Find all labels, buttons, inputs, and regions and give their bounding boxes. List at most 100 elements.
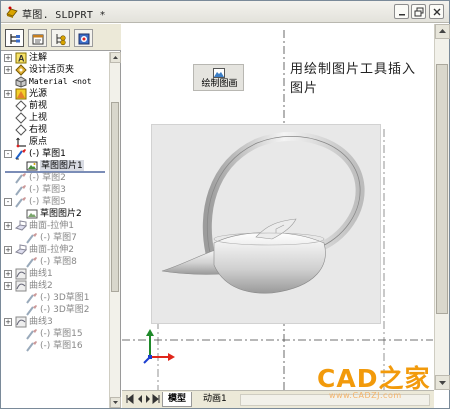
- plane-icon: [15, 124, 27, 136]
- sketch-icon: [26, 340, 38, 352]
- tree-item-top-plane[interactable]: 上视: [1, 112, 109, 124]
- tree-item-label: (-) 3D草图1: [40, 293, 90, 303]
- scroll-up-arrow[interactable]: [110, 52, 121, 63]
- tree-item-label: 曲线2: [29, 281, 53, 291]
- tree-item-label: (-) 草图15: [40, 329, 83, 339]
- 3d-sketch-icon: [26, 292, 38, 304]
- tree-item-label: 注解: [29, 53, 48, 63]
- expand-toggle[interactable]: +: [4, 90, 12, 98]
- scroll-thumb[interactable]: [436, 64, 448, 314]
- scroll-down-arrow[interactable]: [110, 397, 121, 408]
- manager-tab-strip: [1, 24, 121, 51]
- expand-toggle[interactable]: +: [4, 270, 12, 278]
- collapse-toggle[interactable]: -: [4, 150, 12, 158]
- restore-button[interactable]: [411, 4, 426, 19]
- tree-item-design-binder[interactable]: + 设计活页夹: [1, 64, 109, 76]
- tree-item-surface-extrude2[interactable]: + 曲面-拉伸2: [1, 244, 109, 256]
- scroll-thumb[interactable]: [111, 102, 119, 292]
- tab-animation1[interactable]: 动画1: [198, 392, 232, 407]
- tree-item-sketch-picture1[interactable]: 草图图片1: [1, 160, 109, 173]
- tree-item-label: 曲面-拉伸1: [29, 221, 74, 231]
- sketch-icon: [15, 196, 27, 208]
- tree-item-label: 原点: [29, 137, 48, 147]
- tree-item-label: 草图图片2: [40, 209, 82, 219]
- graphics-area[interactable]: 绘制图画 用绘制图片工具插入图片: [122, 24, 433, 390]
- tree-item-annotations[interactable]: + A 注解: [1, 52, 109, 64]
- svg-text:A: A: [18, 54, 25, 64]
- tree-item-material[interactable]: Material <not: [1, 76, 109, 88]
- tree-item-label: (-) 草图1: [29, 149, 66, 159]
- expand-toggle[interactable]: +: [4, 222, 12, 230]
- prev-tab-arrow-icon[interactable]: [136, 394, 144, 404]
- tree-item-sketch16[interactable]: (-) 草图16: [1, 340, 109, 352]
- tab-model[interactable]: 模型: [162, 392, 193, 407]
- tab-configuration-manager[interactable]: [51, 29, 70, 47]
- tree-item-surface-extrude1[interactable]: + 曲面-拉伸1: [1, 220, 109, 232]
- tree-item-3d-sketch2[interactable]: (-) 3D草图2: [1, 304, 109, 316]
- surface-extrude-icon: [14, 244, 28, 256]
- collapse-toggle[interactable]: -: [4, 198, 12, 206]
- sketch-picture-button[interactable]: 绘制图画: [193, 64, 244, 91]
- watermark-site: www.CADZJ.com: [329, 391, 402, 400]
- tree-item-lights[interactable]: + 光源: [1, 88, 109, 100]
- tree-item-sketch-picture2[interactable]: 草图图片2: [1, 208, 109, 220]
- sketch-icon: [15, 172, 27, 184]
- tree-item-curve2[interactable]: + 曲线2: [1, 280, 109, 292]
- title-bar: 草图. SLDPRT *: [1, 1, 449, 23]
- tree-item-3d-sketch1[interactable]: (-) 3D草图1: [1, 292, 109, 304]
- sketch-icon: [15, 184, 27, 196]
- expand-toggle[interactable]: +: [4, 246, 12, 254]
- tree-item-curve3[interactable]: + 曲线3: [1, 316, 109, 328]
- sketch-icon: [26, 232, 38, 244]
- tree-item-label: 曲线1: [29, 269, 53, 279]
- sketch-icon: [15, 148, 27, 160]
- tree-item-sketch2[interactable]: (-) 草图2: [1, 172, 109, 184]
- sldprt-window: 草图. SLDPRT * + A 注解 + 设计活页夹 Material <no…: [0, 0, 450, 409]
- material-icon: [15, 76, 27, 88]
- tree-item-label: 设计活页夹: [29, 65, 75, 75]
- expand-toggle[interactable]: +: [4, 318, 12, 326]
- expand-toggle[interactable]: +: [4, 66, 12, 74]
- curve-icon: [15, 268, 27, 280]
- tree-item-curve1[interactable]: + 曲线1: [1, 268, 109, 280]
- sketch-picture-teapot[interactable]: [151, 124, 381, 324]
- tree-item-sketch15[interactable]: (-) 草图15: [1, 328, 109, 340]
- tree-item-right-plane[interactable]: 右视: [1, 124, 109, 136]
- watermark-logo: CAD之家: [317, 364, 431, 393]
- close-button[interactable]: [429, 4, 444, 19]
- tab-display-manager[interactable]: [74, 29, 93, 47]
- solidworks-part-icon: [5, 5, 19, 19]
- expand-toggle[interactable]: +: [4, 54, 12, 62]
- tree-item-front-plane[interactable]: 前视: [1, 100, 109, 112]
- tree-item-label: 前视: [29, 101, 48, 111]
- 3d-sketch-icon: [26, 304, 38, 316]
- expand-toggle[interactable]: +: [4, 282, 12, 290]
- first-tab-arrow-icon[interactable]: [126, 393, 134, 405]
- tree-item-sketch5[interactable]: - (-) 草图5: [1, 196, 109, 208]
- plane-icon: [15, 100, 27, 112]
- tree-item-sketch7[interactable]: (-) 草图7: [1, 232, 109, 244]
- design-binder-icon: [15, 64, 27, 76]
- origin-icon: [15, 136, 27, 148]
- feature-tree-scrollbar[interactable]: [109, 52, 121, 408]
- scroll-up-arrow[interactable]: [435, 24, 450, 39]
- last-tab-arrow-icon[interactable]: [152, 393, 160, 405]
- tree-item-label: (-) 草图2: [29, 173, 66, 183]
- sketch-picture-button-label: 绘制图画: [201, 79, 238, 89]
- curve-icon: [15, 316, 27, 328]
- tab-feature-manager[interactable]: [5, 29, 24, 47]
- tab-property-manager[interactable]: [28, 29, 47, 47]
- tree-item-sketch1[interactable]: - (-) 草图1: [1, 148, 109, 160]
- sketch-icon: [26, 256, 38, 268]
- next-tab-arrow-icon[interactable]: [144, 394, 152, 404]
- tree-item-sketch8[interactable]: (-) 草图8: [1, 256, 109, 268]
- tree-item-label: (-) 草图7: [40, 233, 77, 243]
- tree-item-label: 右视: [29, 125, 48, 135]
- tree-item-origin[interactable]: 原点: [1, 136, 109, 148]
- tree-item-sketch3[interactable]: (-) 草图3: [1, 184, 109, 196]
- graphics-vertical-scrollbar[interactable]: [434, 24, 450, 390]
- teapot-image: [161, 131, 365, 294]
- minimize-button[interactable]: [394, 4, 409, 19]
- lights-icon: [15, 88, 27, 100]
- sketch-icon: [26, 328, 38, 340]
